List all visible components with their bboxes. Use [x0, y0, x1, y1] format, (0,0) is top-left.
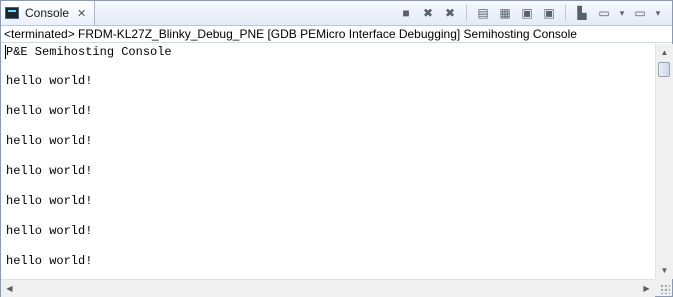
scroll-lock-icon[interactable]: ▦: [497, 5, 513, 21]
clear-console-icon[interactable]: ▤: [475, 5, 491, 21]
pin-console-icon[interactable]: ▙: [574, 5, 590, 21]
scroll-down-arrow-icon[interactable]: ▼: [656, 262, 673, 279]
remove-launch-icon[interactable]: ✖: [420, 5, 436, 21]
console-icon: [5, 7, 19, 19]
chevron-down-icon[interactable]: ▾: [618, 5, 626, 21]
scroll-left-arrow-icon[interactable]: ◀: [1, 280, 18, 297]
show-console-on-stderr-icon[interactable]: ▣: [541, 5, 557, 21]
console-line: hello world!: [6, 254, 93, 268]
display-selected-console-icon[interactable]: ▭: [596, 5, 612, 21]
toolbar-separator: [466, 5, 467, 21]
tab-label: Console: [25, 6, 70, 20]
console-line: hello world!: [6, 134, 93, 148]
vertical-scroll-thumb[interactable]: [658, 62, 670, 77]
console-output[interactable]: P&E Semihosting Console hello world! hel…: [1, 44, 655, 279]
console-line: P&E Semihosting Console: [6, 45, 172, 59]
scrollbar-corner: [655, 279, 672, 296]
process-status-line: <terminated> FRDM-KL27Z_Blinky_Debug_PNE…: [1, 26, 672, 43]
terminate-icon[interactable]: ■: [398, 5, 414, 21]
tab-console[interactable]: Console ✕: [1, 1, 95, 25]
console-view: Console ✕ ■ ✖ ✖ ▤ ▦ ▣ ▣ ▙ ▭ ▾ ▭ ▾ <termi…: [0, 0, 673, 297]
console-toolbar: ■ ✖ ✖ ▤ ▦ ▣ ▣ ▙ ▭ ▾ ▭ ▾: [398, 4, 662, 22]
scroll-right-arrow-icon[interactable]: ▶: [638, 280, 655, 297]
toolbar-separator: [565, 5, 566, 21]
vertical-scrollbar[interactable]: ▲ ▼: [655, 44, 673, 279]
console-line: hello world!: [6, 74, 93, 88]
console-line: hello world!: [6, 194, 93, 208]
close-icon[interactable]: ✕: [77, 7, 86, 20]
resize-grip-icon[interactable]: [660, 284, 670, 294]
view-tab-bar: Console ✕ ■ ✖ ✖ ▤ ▦ ▣ ▣ ▙ ▭ ▾ ▭ ▾: [1, 1, 672, 26]
open-console-icon[interactable]: ▭: [632, 5, 648, 21]
scroll-up-arrow-icon[interactable]: ▲: [656, 44, 673, 61]
remove-all-terminated-icon[interactable]: ✖: [442, 5, 458, 21]
console-line: hello world!: [6, 104, 93, 118]
horizontal-scrollbar[interactable]: ◀ ▶: [1, 279, 655, 297]
console-line: hello world!: [6, 164, 93, 178]
show-console-on-stdout-icon[interactable]: ▣: [519, 5, 535, 21]
console-line: hello world!: [6, 224, 93, 238]
chevron-down-icon[interactable]: ▾: [654, 5, 662, 21]
